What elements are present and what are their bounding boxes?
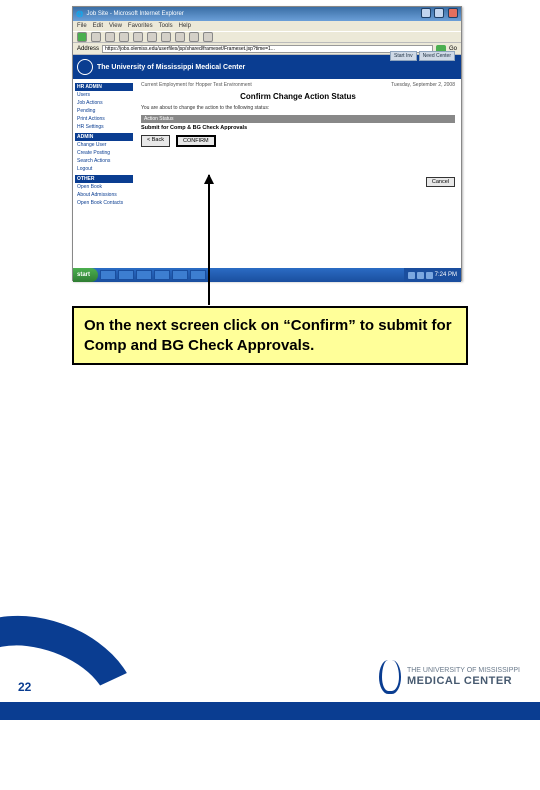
banner-tab-2[interactable]: Need Center <box>419 51 455 61</box>
breadcrumb: Current Employment for Hopper Test Envir… <box>141 82 252 88</box>
banner-title: The University of Mississippi Medical Ce… <box>97 64 245 71</box>
sidebar-item[interactable]: Logout <box>75 165 133 173</box>
cancel-button[interactable]: Cancel <box>426 177 455 187</box>
taskbar-item[interactable] <box>100 270 116 280</box>
search-icon[interactable] <box>147 32 157 42</box>
um-logo-icon <box>379 660 401 694</box>
logo-line-1: THE UNIVERSITY OF MISSISSIPPI <box>407 667 520 675</box>
sidebar-item[interactable]: Search Actions <box>75 157 133 165</box>
sidebar-item[interactable]: About Admissions <box>75 191 133 199</box>
menu-bar[interactable]: File Edit View Favorites Tools Help <box>73 21 461 31</box>
browser-screenshot: 🌐 Job Site - Microsoft Internet Explorer… <box>72 6 462 281</box>
slide: 🌐 Job Site - Microsoft Internet Explorer… <box>0 0 540 720</box>
taskbar-item[interactable] <box>154 270 170 280</box>
sidebar-item[interactable]: Users <box>75 91 133 99</box>
confirm-button[interactable]: CONFIRM <box>176 135 216 147</box>
banner-tab-1[interactable]: Start Inv <box>390 51 417 61</box>
sidebar-item[interactable]: Change User <box>75 141 133 149</box>
history-icon[interactable] <box>175 32 185 42</box>
taskbar-item[interactable] <box>172 270 188 280</box>
mail-icon[interactable] <box>189 32 199 42</box>
sidebar-header-3: OTHER <box>75 175 133 183</box>
callout-arrow-icon <box>208 175 210 305</box>
taskbar-item[interactable] <box>190 270 206 280</box>
sidebar-item[interactable]: Create Posting <box>75 149 133 157</box>
page-subtitle: You are about to change the action to th… <box>141 105 455 111</box>
window-controls[interactable] <box>419 8 458 20</box>
ie-icon: 🌐 <box>76 11 83 18</box>
taskbar-item[interactable] <box>118 270 134 280</box>
home-icon[interactable] <box>133 32 143 42</box>
menu-view[interactable]: View <box>109 23 122 29</box>
menu-edit[interactable]: Edit <box>93 23 103 29</box>
page-number: 22 <box>18 680 31 694</box>
page-title: Confirm Change Action Status <box>141 92 455 101</box>
maximize-icon[interactable] <box>434 8 444 18</box>
start-button[interactable]: start <box>73 268 98 282</box>
system-tray: 7:24 PM <box>404 268 461 282</box>
sidebar-item[interactable]: Print Actions <box>75 115 133 123</box>
refresh-icon[interactable] <box>119 32 129 42</box>
toolbar <box>73 31 461 43</box>
taskbar: start 7:24 PM <box>73 268 461 282</box>
sidebar: HR ADMIN Users Job Actions Pending Print… <box>73 79 135 268</box>
close-icon[interactable] <box>448 8 458 18</box>
section-bar: Action Status <box>141 115 455 123</box>
taskbar-item[interactable] <box>136 270 152 280</box>
window-titlebar: 🌐 Job Site - Microsoft Internet Explorer <box>73 7 461 21</box>
sidebar-item[interactable]: Pending <box>75 107 133 115</box>
banner-logo-icon <box>77 59 93 75</box>
sidebar-item[interactable]: Open Book <box>75 183 133 191</box>
menu-favorites[interactable]: Favorites <box>128 23 153 29</box>
clock: 7:24 PM <box>435 272 457 278</box>
status-line: Submit for Comp & BG Check Approvals <box>141 123 455 133</box>
footer-bar <box>0 702 540 720</box>
tray-icon[interactable] <box>417 272 424 279</box>
sidebar-header-2: ADMIN <box>75 133 133 141</box>
caption-box: On the next screen click on “Confirm” to… <box>72 306 468 365</box>
print-icon[interactable] <box>203 32 213 42</box>
sidebar-item[interactable]: Open Book Contacts <box>75 199 133 207</box>
tray-icon[interactable] <box>426 272 433 279</box>
tray-icon[interactable] <box>408 272 415 279</box>
window-title: Job Site - Microsoft Internet Explorer <box>86 11 183 17</box>
start-label: start <box>77 272 90 278</box>
forward-icon[interactable] <box>91 32 101 42</box>
menu-file[interactable]: File <box>77 23 87 29</box>
page-content: The University of Mississippi Medical Ce… <box>73 55 461 268</box>
back-icon[interactable] <box>77 32 87 42</box>
menu-help[interactable]: Help <box>179 23 191 29</box>
sidebar-item[interactable]: HR Settings <box>75 123 133 131</box>
logo-line-2: MEDICAL CENTER <box>407 675 520 687</box>
stop-icon[interactable] <box>105 32 115 42</box>
footer-logo: THE UNIVERSITY OF MISSISSIPPI MEDICAL CE… <box>379 660 520 694</box>
menu-tools[interactable]: Tools <box>159 23 173 29</box>
page-date: Tuesday, September 2, 2008 <box>391 82 455 88</box>
minimize-icon[interactable] <box>421 8 431 18</box>
sidebar-header-1: HR ADMIN <box>75 83 133 91</box>
sidebar-item[interactable]: Job Actions <box>75 99 133 107</box>
favorites-icon[interactable] <box>161 32 171 42</box>
main-panel: Current Employment for Hopper Test Envir… <box>135 79 461 268</box>
back-button[interactable]: < Back <box>141 135 170 147</box>
url-input[interactable] <box>102 45 433 53</box>
address-label: Address <box>77 46 99 52</box>
banner-tabs: Start Inv Need Center <box>390 51 455 61</box>
